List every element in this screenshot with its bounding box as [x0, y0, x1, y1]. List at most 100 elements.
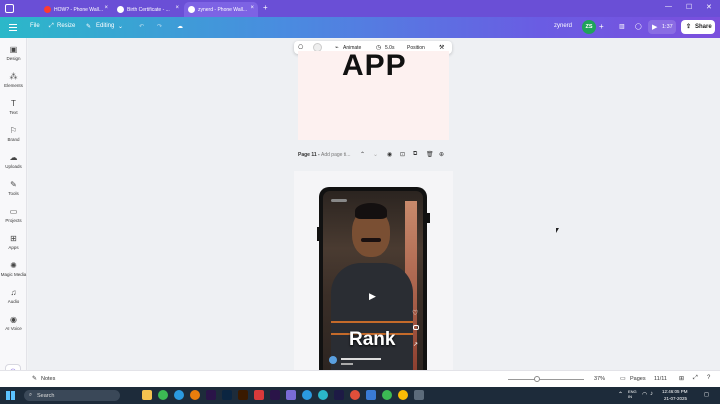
zoom-level[interactable]: 37% [594, 376, 605, 382]
move-up-icon[interactable]: ⌄ [373, 151, 378, 158]
comment-icon[interactable]: ⎔ [298, 44, 303, 51]
photoshop-icon[interactable] [222, 390, 232, 400]
projects-icon: ▭ [9, 207, 18, 216]
sidebar-item-text[interactable]: T Text [0, 99, 27, 115]
mouse-cursor-icon [556, 228, 559, 233]
share-arrow-icon[interactable]: ↗ [413, 341, 418, 348]
chrome-icon[interactable] [382, 390, 392, 400]
editor-canvas[interactable]: ⎔ ⌁ Animate ◷ 5.0s Position ⚒ APP Page 1… [28, 38, 720, 370]
app-heading-text[interactable]: APP [342, 51, 407, 83]
left-sidebar: ▣ Design ⁂ Elements T Text ⚐ Brand ☁ Uploads … [0, 38, 27, 388]
wps-icon[interactable] [254, 390, 264, 400]
phone-side-button [427, 213, 430, 223]
hamburger-menu-icon[interactable] [9, 24, 17, 31]
file-menu[interactable]: File [30, 23, 40, 29]
chrome-icon[interactable] [302, 390, 312, 400]
browser-tab-3[interactable]: zynerd - Phone Wall... × [184, 2, 258, 17]
sidebar-item-tools[interactable]: ✎ Tools [0, 180, 27, 196]
close-tab-icon[interactable]: × [175, 5, 179, 11]
close-tab-icon[interactable]: × [104, 5, 108, 11]
hide-page-icon[interactable]: ◉ [387, 151, 392, 158]
maximize-icon[interactable]: ☐ [686, 3, 692, 11]
language-indicator[interactable]: ENG IN [628, 389, 640, 399]
app-icon[interactable] [414, 390, 424, 400]
clock-time[interactable]: 12:46:05 PM [662, 389, 688, 394]
after-effects-icon[interactable] [334, 390, 344, 400]
add-collaborator-icon[interactable]: + [599, 22, 604, 31]
analytics-icon[interactable]: ▥ [619, 23, 625, 30]
sidebar-item-apps[interactable]: ⊞ Apps [0, 234, 27, 250]
sidebar-item-ai-voice[interactable]: ◉ AI Voice [0, 315, 27, 331]
sidebar-item-audio[interactable]: ♫ Audio [0, 288, 27, 304]
present-play-button[interactable]: ▶ 1:37 [648, 20, 676, 34]
clock-date[interactable]: 21-07-2025 [664, 396, 687, 401]
teams-icon[interactable] [286, 390, 296, 400]
comment-bubble-icon[interactable] [413, 325, 419, 330]
page-11-canvas[interactable]: ▶ Rank ♡ ↗ [294, 171, 453, 370]
cloud-save-icon[interactable]: ☁ [177, 23, 183, 30]
duplicate-icon[interactable]: ⧉ [413, 151, 417, 158]
chrome-icon[interactable] [398, 390, 408, 400]
premiere-icon[interactable] [206, 390, 216, 400]
paint-roller-icon[interactable]: ⚒ [439, 44, 444, 51]
resize-menu[interactable]: Resize [57, 23, 75, 29]
fullscreen-icon[interactable]: ⤢ [693, 375, 698, 382]
phone-frame[interactable]: ▶ Rank ♡ ↗ [317, 187, 430, 370]
redo-icon[interactable]: ↷ [157, 23, 162, 30]
notification-icon[interactable]: ◻ [704, 391, 709, 398]
collapse-icon[interactable]: ⌃ [360, 151, 365, 158]
page-title-input[interactable]: Add page ti... [321, 152, 350, 158]
pages-button[interactable]: Pages [630, 376, 646, 382]
taskbar-search[interactable]: ⌕ Search [24, 390, 120, 401]
browser-menu-icon[interactable] [5, 4, 14, 13]
sidebar-item-uploads[interactable]: ☁ Uploads [0, 153, 27, 169]
zoom-slider-thumb[interactable] [534, 376, 540, 382]
sidebar-item-magic-media[interactable]: ✺ Magic Media [0, 261, 27, 277]
chrome-icon[interactable] [158, 390, 168, 400]
minimize-icon[interactable]: — [665, 3, 672, 10]
canva-icon[interactable] [318, 390, 328, 400]
add-page-icon[interactable]: ⊕ [439, 151, 444, 158]
video-frame[interactable]: ▶ Rank ♡ ↗ [323, 191, 423, 370]
sidebar-item-projects[interactable]: ▭ Projects [0, 207, 27, 223]
new-tab-button[interactable]: + [263, 3, 268, 12]
notes-button[interactable]: Notes [41, 376, 55, 382]
page-10-canvas[interactable]: APP [298, 51, 449, 140]
lock-icon[interactable]: ⊡ [400, 151, 405, 158]
delete-icon[interactable]: 🗑 [426, 151, 434, 158]
browser-tab-2[interactable]: Birth Certificate - ... × [113, 2, 183, 17]
editing-menu[interactable]: Editing [96, 23, 114, 29]
sidebar-item-design[interactable]: ▣ Design [0, 45, 27, 61]
person-shirt [331, 263, 413, 370]
animate-icon: ⌁ [335, 45, 339, 51]
windows-start-icon[interactable] [6, 391, 15, 400]
comment-icon[interactable]: ◯ [635, 23, 642, 30]
browser-tab-1[interactable]: HOW? - Phone Wall... × [40, 2, 112, 17]
sidebar-item-elements[interactable]: ⁂ Elements [0, 72, 27, 88]
help-icon[interactable]: ? [707, 375, 710, 381]
share-button[interactable]: ⇪ Share [681, 20, 715, 34]
illustrator-icon[interactable] [238, 390, 248, 400]
blender-icon[interactable] [190, 390, 200, 400]
wifi-icon[interactable]: ◠ [642, 391, 647, 398]
chrome-icon[interactable] [350, 390, 360, 400]
tray-chevron-icon[interactable]: ⌃ [618, 391, 623, 398]
video-caption-text[interactable]: Rank [349, 329, 395, 351]
grid-view-icon[interactable]: ⊞ [679, 375, 684, 382]
undo-icon[interactable]: ↶ [139, 23, 144, 30]
sidebar-item-brand[interactable]: ⚐ Brand [0, 126, 27, 142]
close-window-icon[interactable]: ✕ [706, 3, 712, 11]
edge-icon[interactable] [174, 390, 184, 400]
app-icon[interactable] [366, 390, 376, 400]
file-explorer-icon[interactable] [142, 390, 152, 400]
video-play-icon[interactable]: ▶ [369, 291, 376, 302]
close-tab-icon[interactable]: × [250, 5, 254, 11]
zoom-slider[interactable] [508, 376, 584, 382]
page-number-label: Page 11 - [298, 152, 320, 158]
avatar[interactable]: ZS [582, 20, 596, 34]
like-icon[interactable]: ♡ [412, 309, 418, 317]
volume-icon[interactable]: ♪ [650, 391, 653, 397]
page-count[interactable]: 11/11 [654, 376, 667, 382]
premiere-icon[interactable] [270, 390, 280, 400]
browser-tab-strip: HOW? - Phone Wall... × Birth Certificate… [0, 0, 720, 17]
